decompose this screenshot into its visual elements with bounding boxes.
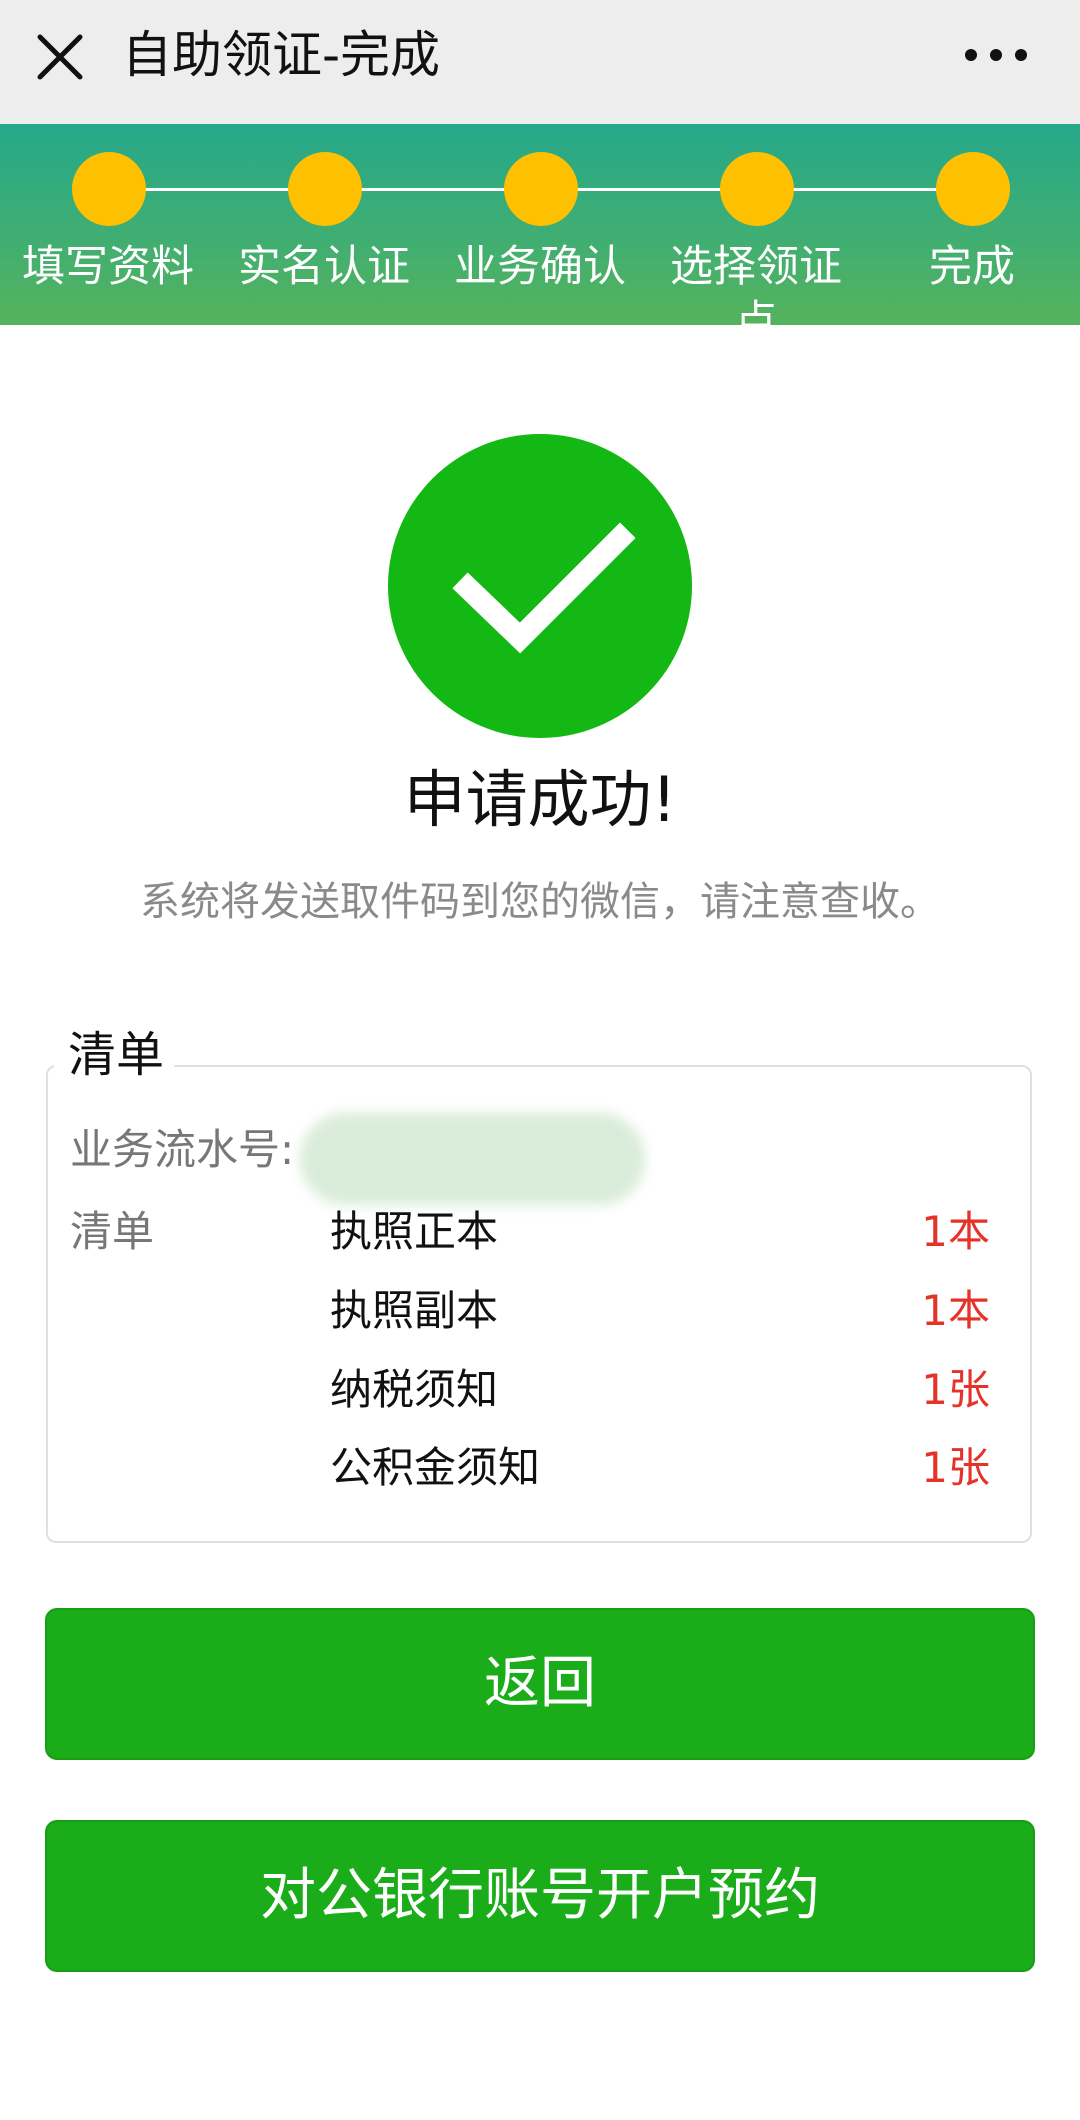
item-name: 执照副本 — [330, 1286, 499, 1335]
step-label: 选择领证点 — [670, 242, 842, 325]
more-dots-icon[interactable] — [956, 30, 1036, 80]
item-name: 公积金须知 — [330, 1443, 541, 1492]
success-title: 申请成功! — [403, 763, 677, 836]
list-item: 公积金须知 1张 — [330, 1440, 990, 1500]
list-item: 执照副本 1本 — [330, 1283, 990, 1343]
checklist-label: 清单 — [70, 1207, 155, 1256]
step-dot — [72, 152, 146, 226]
back-button[interactable]: 返回 — [45, 1608, 1035, 1760]
serial-number-redacted — [300, 1113, 645, 1205]
close-icon[interactable] — [30, 27, 90, 87]
item-quantity: 1本 — [921, 1207, 990, 1256]
step-real-name-auth: 实名认证 — [216, 152, 432, 325]
success-description: 系统将发送取件码到您的微信，请注意查收。 — [140, 879, 940, 925]
checklist-legend: 清单 — [54, 1022, 175, 1088]
bank-account-appointment-button[interactable]: 对公银行账号开户预约 — [45, 1820, 1035, 1972]
step-label: 完成 — [929, 242, 1015, 292]
item-name: 执照正本 — [330, 1207, 499, 1256]
serial-number-label: 业务流水号: — [70, 1125, 295, 1174]
step-progress: 填写资料 实名认证 业务确认 选择领证点 完成 — [0, 124, 1080, 325]
step-dot — [936, 152, 1010, 226]
step-label: 业务确认 — [454, 242, 626, 292]
item-name: 纳税须知 — [330, 1365, 499, 1414]
step-fill-info: 填写资料 — [0, 152, 216, 325]
step-dot — [288, 152, 362, 226]
list-item: 纳税须知 1张 — [330, 1362, 990, 1422]
item-quantity: 1张 — [921, 1365, 990, 1414]
step-label: 实名认证 — [238, 242, 410, 292]
top-navbar: 自助领证-完成 — [0, 0, 1080, 124]
step-complete: 完成 — [864, 152, 1080, 325]
page-title: 自助领证-完成 — [122, 26, 441, 84]
step-business-confirm: 业务确认 — [432, 152, 648, 325]
item-quantity: 1张 — [921, 1443, 990, 1492]
step-dot — [720, 152, 794, 226]
step-choose-pickup-point: 选择领证点 — [648, 152, 864, 325]
list-item: 执照正本 1本 — [330, 1204, 990, 1264]
check-circle-icon — [388, 434, 692, 738]
step-dot — [504, 152, 578, 226]
step-label: 填写资料 — [22, 242, 194, 292]
item-quantity: 1本 — [921, 1286, 990, 1335]
